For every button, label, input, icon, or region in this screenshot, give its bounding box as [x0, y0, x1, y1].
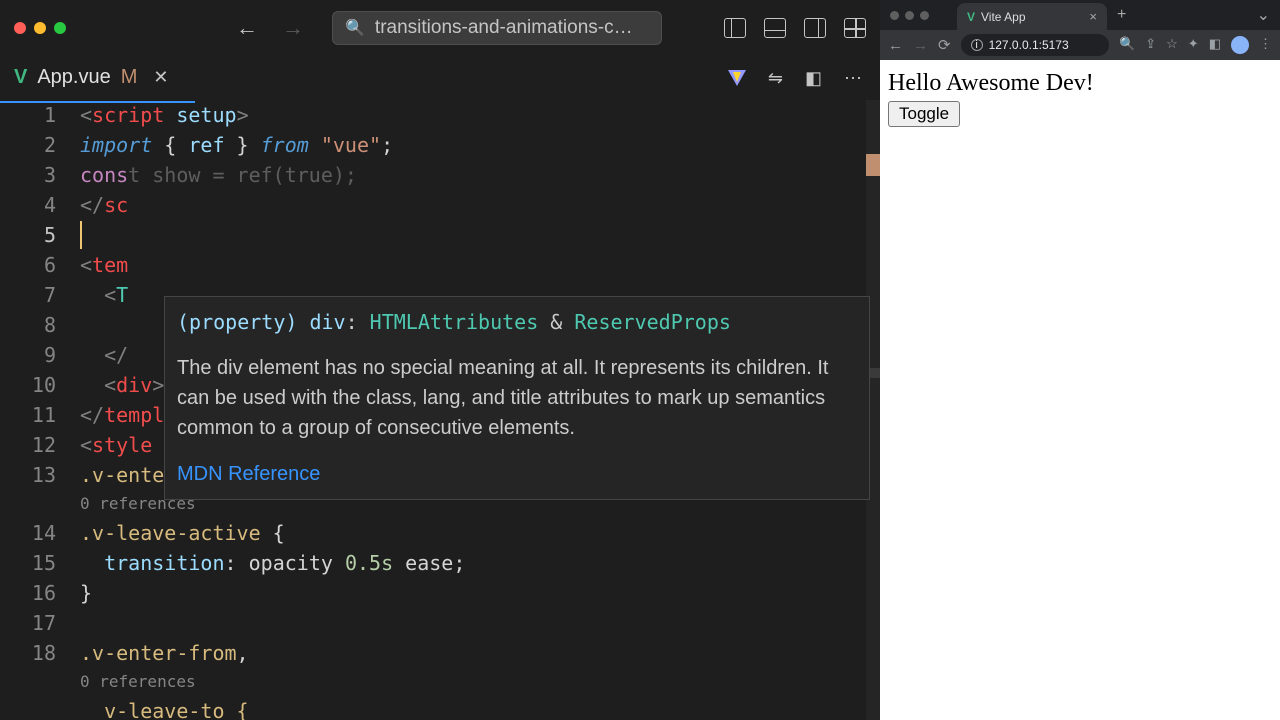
- site-info-icon[interactable]: i: [971, 39, 983, 51]
- profile-avatar-icon[interactable]: [1231, 36, 1249, 54]
- split-editor-icon[interactable]: ◧: [805, 68, 822, 89]
- more-actions-icon[interactable]: ⋯: [844, 68, 862, 89]
- search-text: transitions-and-animations-c…: [375, 17, 633, 39]
- chrome-actions: 🔍 ⇪ ☆ ✦ ◧ ⋮: [1119, 36, 1272, 54]
- tab-filename: App.vue: [37, 66, 110, 89]
- source-control-changes-icon[interactable]: ⇋: [768, 68, 783, 89]
- customize-layout-icon[interactable]: [844, 18, 866, 38]
- rendered-page: Hello Awesome Dev! Toggle: [880, 60, 1280, 720]
- chrome-tabbar: V Vite App × + ⌄: [880, 0, 1280, 30]
- layout-icons: [724, 18, 866, 38]
- nav-arrows: ← →: [236, 15, 304, 41]
- back-icon[interactable]: ←: [888, 37, 903, 54]
- browser-tab[interactable]: V Vite App ×: [957, 3, 1107, 30]
- editor-tab-app-vue[interactable]: V App.vue M ✕: [0, 56, 183, 100]
- share-icon[interactable]: ⇪: [1145, 36, 1156, 54]
- line-number-gutter: 1 2 3 4 5 6 7 8 9 10 11 12 13 14 15 16 1…: [0, 100, 80, 720]
- toggle-panel-icon[interactable]: [764, 18, 786, 38]
- toggle-primary-sidebar-icon[interactable]: [724, 18, 746, 38]
- browser-tab-title: Vite App: [981, 10, 1025, 24]
- command-center-search[interactable]: 🔍 transitions-and-animations-c…: [332, 11, 662, 45]
- hover-signature: (property) div: HTMLAttributes & Reserve…: [165, 303, 869, 347]
- close-icon[interactable]: [890, 11, 899, 20]
- vite-favicon-icon: V: [967, 10, 975, 24]
- extensions-icon[interactable]: ✦: [1188, 36, 1199, 54]
- page-heading: Hello Awesome Dev!: [888, 70, 1272, 97]
- forward-arrow-icon[interactable]: →: [282, 15, 304, 41]
- chrome-toolbar: ← → ⟳ i 127.0.0.1:5173 🔍 ⇪ ☆ ✦ ◧ ⋮: [880, 30, 1280, 60]
- menu-icon[interactable]: ⋮: [1259, 36, 1272, 54]
- hover-mdn-link[interactable]: MDN Reference: [165, 449, 869, 493]
- url-text: 127.0.0.1:5173: [989, 38, 1069, 52]
- vscode-window: ← → 🔍 transitions-and-animations-c… V Ap…: [0, 0, 880, 720]
- back-arrow-icon[interactable]: ←: [236, 15, 258, 41]
- zoom-icon[interactable]: 🔍: [1119, 36, 1135, 54]
- vue-file-icon: V: [14, 66, 27, 89]
- new-tab-icon[interactable]: +: [1107, 6, 1136, 24]
- forward-icon[interactable]: →: [913, 37, 928, 54]
- text-cursor: [80, 221, 82, 249]
- mac-traffic-lights: [14, 22, 66, 34]
- close-tab-icon[interactable]: ✕: [153, 67, 168, 88]
- close-tab-icon[interactable]: ×: [1089, 9, 1097, 24]
- editor-tabbar: V App.vue M ✕ ⇋ ◧ ⋯: [0, 56, 880, 100]
- tab-modified-marker: M: [121, 66, 138, 89]
- minimize-icon[interactable]: [905, 11, 914, 20]
- titlebar: ← → 🔍 transitions-and-animations-c…: [0, 0, 880, 56]
- chevron-down-icon[interactable]: ⌄: [1257, 5, 1280, 25]
- bookmark-icon[interactable]: ☆: [1166, 36, 1178, 54]
- hover-description: The div element has no special meaning a…: [165, 347, 869, 449]
- side-panel-icon[interactable]: ◧: [1209, 36, 1221, 54]
- vite-logo-icon[interactable]: [728, 70, 746, 86]
- address-bar[interactable]: i 127.0.0.1:5173: [961, 34, 1109, 56]
- search-icon: 🔍: [345, 18, 365, 38]
- fullscreen-window-icon[interactable]: [54, 22, 66, 34]
- toggle-button[interactable]: Toggle: [888, 101, 960, 127]
- code-editor[interactable]: 1 2 3 4 5 6 7 8 9 10 11 12 13 14 15 16 1…: [0, 100, 880, 720]
- close-window-icon[interactable]: [14, 22, 26, 34]
- fullscreen-icon[interactable]: [920, 11, 929, 20]
- minimap-change-marker: [866, 154, 880, 176]
- hover-tooltip: (property) div: HTMLAttributes & Reserve…: [164, 296, 870, 500]
- browser-window: V Vite App × + ⌄ ← → ⟳ i 127.0.0.1:5173 …: [880, 0, 1280, 720]
- reload-icon[interactable]: ⟳: [938, 36, 951, 54]
- codelens-references[interactable]: 0 references: [80, 668, 880, 696]
- minimize-window-icon[interactable]: [34, 22, 46, 34]
- chrome-traffic-lights: [890, 11, 929, 20]
- toggle-secondary-sidebar-icon[interactable]: [804, 18, 826, 38]
- editor-actions: ⇋ ◧ ⋯: [728, 68, 880, 89]
